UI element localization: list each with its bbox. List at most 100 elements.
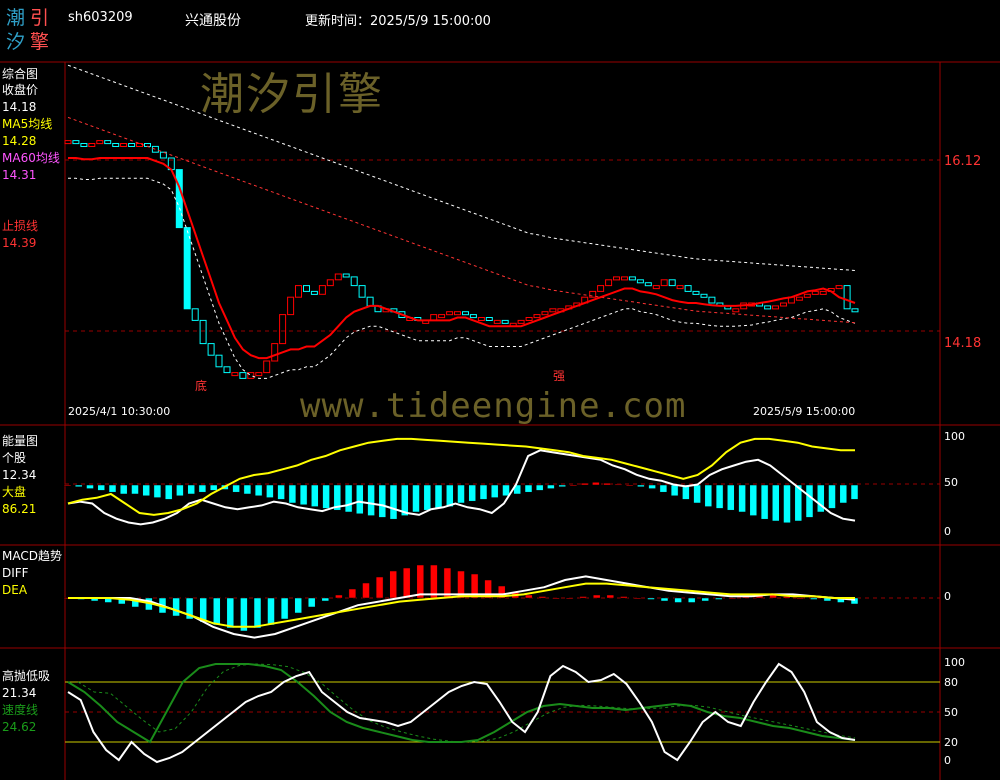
candle [151, 145, 159, 153]
energy-bar [367, 484, 375, 516]
ma60-value: 14.31 [2, 168, 37, 182]
candle [795, 296, 803, 301]
chart-window[interactable]: 潮 引 汐 擎 sh603209 兴通股份 更新时间：2025/5/9 15:0… [0, 0, 1000, 780]
energy-bar [266, 484, 274, 498]
energy-bar [356, 484, 364, 515]
candle [350, 276, 358, 287]
logo-char-1: 潮 [6, 7, 26, 29]
market-value: 86.21 [2, 502, 37, 516]
candle [446, 311, 454, 316]
candle [326, 279, 334, 287]
candle [485, 317, 493, 321]
energy-bar [423, 484, 432, 511]
macd-bar [280, 597, 289, 620]
price-axis-top: 16.12 [944, 154, 982, 169]
energy-bar [614, 483, 623, 486]
energy-bar [569, 484, 578, 487]
candle [628, 276, 636, 281]
macd-bar [810, 597, 818, 600]
candle [708, 296, 716, 304]
energy-bar [580, 482, 589, 486]
macd-bar [307, 597, 316, 608]
energy-bar [749, 484, 758, 516]
candle [462, 311, 469, 316]
speed-value: 24.62 [2, 720, 37, 734]
candle [342, 273, 350, 278]
candle [263, 360, 271, 374]
candle [811, 290, 819, 295]
candle [819, 290, 827, 295]
close-label: 收盘价 [2, 83, 39, 97]
energy-bar [434, 484, 443, 509]
osc-axis-100: 100 [944, 656, 965, 669]
macd-bar [565, 597, 574, 600]
stock-label: 个股 [2, 451, 27, 465]
candle [636, 279, 644, 284]
osc-axis-80: 80 [944, 676, 958, 689]
energy-bar [839, 484, 848, 504]
energy-bar [828, 484, 836, 509]
energy-bar [344, 484, 353, 513]
osc-axis-0: 0 [944, 754, 951, 767]
candle [477, 317, 485, 321]
energy-bar [625, 484, 634, 487]
energy-bar [805, 484, 814, 518]
watermark-logo: 潮汐引擎 [200, 69, 384, 120]
macd-bar [375, 576, 384, 599]
candle [72, 140, 80, 145]
macd-bar [728, 597, 737, 600]
energy-bar [378, 484, 387, 518]
macd-bar [253, 597, 262, 629]
energy-market-line [67, 437, 855, 516]
candle [279, 314, 287, 345]
date-start: 2025/4/1 10:30:00 [68, 405, 171, 418]
energy-bar [277, 484, 285, 500]
candle [613, 276, 620, 281]
candle [541, 311, 549, 316]
fast-value: 21.34 [2, 686, 37, 700]
date-end: 2025/5/9 15:00:00 [753, 405, 856, 418]
energy-bar [187, 484, 195, 495]
energy-bar [648, 484, 656, 489]
candle [239, 372, 247, 379]
macd-bar [687, 597, 696, 603]
energy-bar [760, 484, 769, 520]
candle [549, 308, 557, 313]
diff-label: DIFF [2, 566, 29, 580]
energy-bar [704, 484, 713, 507]
energy-bar [457, 484, 465, 504]
market-label: 大盘 [2, 485, 27, 499]
candle [366, 296, 374, 307]
energy-axis-50: 50 [944, 476, 958, 489]
ma5-value: 14.28 [2, 134, 37, 148]
candle [64, 140, 72, 145]
macd-bar [389, 570, 397, 599]
candle [517, 319, 525, 324]
candle [605, 279, 613, 287]
energy-bar [738, 484, 746, 513]
macd-bar [633, 597, 642, 600]
logo-char-4: 擎 [30, 31, 50, 53]
energy-bar [131, 484, 139, 495]
macd-bar [525, 594, 533, 599]
update-time: 更新时间：2025/5/9 15:00:00 [305, 14, 491, 29]
energy-bar [254, 484, 263, 497]
candle [835, 285, 843, 290]
candle [668, 279, 676, 287]
energy-bar [558, 484, 566, 488]
energy-bar [299, 484, 308, 506]
candle [692, 290, 700, 295]
osc-speed-line [67, 663, 856, 744]
macd-bar [796, 597, 804, 600]
energy-bar [311, 484, 319, 507]
macd-bar [348, 588, 357, 599]
candle [803, 293, 811, 298]
candle [215, 354, 223, 368]
candle [772, 305, 779, 310]
macd-bar [430, 564, 438, 599]
macd-bar [674, 597, 682, 603]
candle [438, 314, 446, 319]
candle [533, 314, 541, 319]
energy-bar [637, 484, 645, 488]
energy-bar [209, 484, 218, 491]
